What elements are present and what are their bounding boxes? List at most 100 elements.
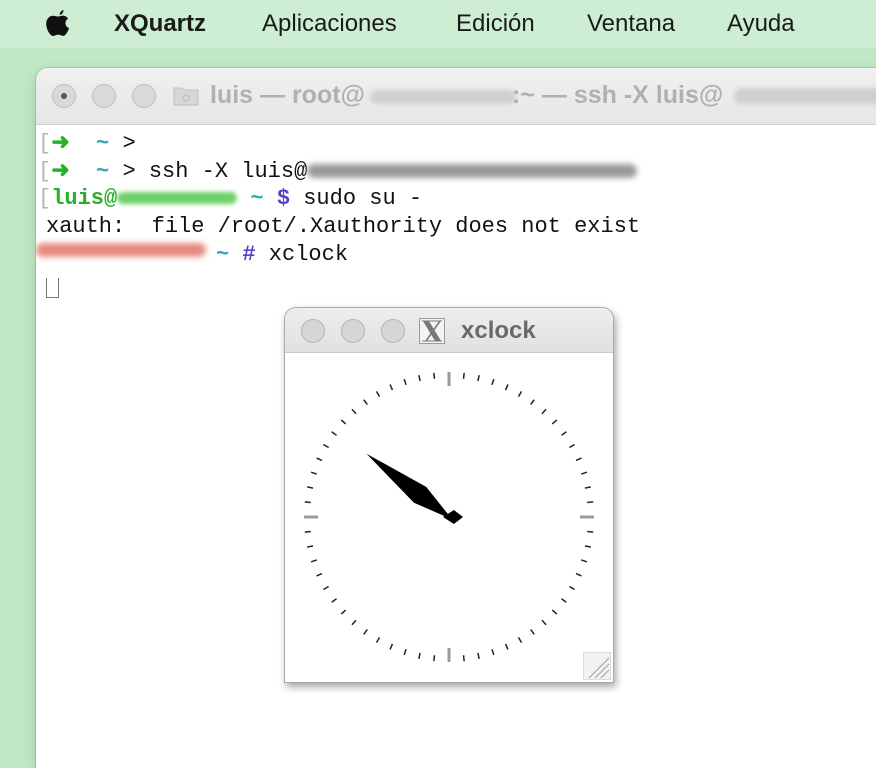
clock-tick <box>307 486 314 489</box>
x11-logo-icon <box>419 318 445 344</box>
prompt-arrow: ➜ <box>51 131 70 156</box>
prompt-symbol: > <box>122 159 149 184</box>
clock-tick <box>587 501 594 504</box>
prompt-tilde: ~ <box>96 159 110 184</box>
clock-tick <box>433 372 436 379</box>
prompt-tilde: ~ <box>216 242 230 267</box>
menu-ventana[interactable]: Ventana <box>587 10 675 38</box>
menu-edicion[interactable]: Edición <box>456 10 535 38</box>
clock-tick <box>462 372 465 379</box>
menu-aplicaciones[interactable]: Aplicaciones <box>262 10 397 38</box>
zoom-button[interactable] <box>381 319 405 343</box>
clock-tick <box>375 637 381 643</box>
redacted-host <box>734 88 876 104</box>
clock-tick <box>491 378 495 386</box>
prompt-user: luis@ <box>51 186 118 211</box>
clock-tick <box>530 399 535 405</box>
redacted-host <box>117 192 238 205</box>
terminal-cursor <box>46 278 59 298</box>
prompt-dollar: $ <box>276 186 291 211</box>
clock-tick <box>462 655 465 662</box>
minimize-button[interactable] <box>92 84 116 108</box>
clock-tick <box>331 598 337 603</box>
zoom-button[interactable] <box>132 84 156 108</box>
clock-tick <box>517 391 523 397</box>
menu-bar: XQuartz Aplicaciones Edición Ventana Ayu… <box>0 0 876 48</box>
prompt-symbol: > <box>122 131 149 156</box>
clock-tick <box>340 609 347 615</box>
clock-tick <box>363 629 368 635</box>
clock-tick <box>307 545 314 548</box>
clock-tick <box>403 648 407 656</box>
xclock-titlebar[interactable]: xclock <box>285 308 613 353</box>
bracket-mark: [ <box>38 186 52 211</box>
ssh-command: ssh -X luis@ <box>148 159 308 184</box>
clock-tick <box>580 559 588 563</box>
clock-tick <box>316 457 323 462</box>
clock-tick <box>584 545 591 548</box>
clock-tick <box>541 408 547 415</box>
xclock-command: xclock <box>255 242 349 267</box>
clock-tick <box>561 598 567 603</box>
terminal-line-2: [➜ ~ > ssh -X luis@ <box>38 158 638 184</box>
clock-tick <box>587 530 594 533</box>
terminal-line-1: [➜ ~ > <box>38 130 149 156</box>
xclock-title: xclock <box>461 317 536 344</box>
close-button[interactable] <box>301 319 325 343</box>
prompt-tilde: ~ <box>96 131 110 156</box>
clock-tick <box>551 609 558 615</box>
hour-hand <box>366 453 453 520</box>
prompt-tilde: ~ <box>250 186 264 211</box>
terminal-line-3: [luis@ ~ $ sudo su - <box>38 186 422 211</box>
clock-tick <box>304 530 311 533</box>
clock-tick <box>541 619 547 626</box>
clock-tick <box>418 652 421 659</box>
terminal-titlebar[interactable]: luis — root@ :~ — ssh -X luis@ <box>36 68 876 125</box>
clock-tick <box>331 431 337 436</box>
clock-tick <box>418 375 421 382</box>
clock-face <box>304 372 594 662</box>
clock-tick <box>504 643 509 650</box>
clock-tick <box>517 637 523 643</box>
clock-tick <box>580 471 588 475</box>
clock-tick <box>310 471 318 475</box>
clock-tick <box>389 384 394 391</box>
clock-tick <box>575 572 582 577</box>
clock-tick <box>433 655 436 662</box>
clock-tick <box>551 419 558 425</box>
folder-icon <box>173 87 199 106</box>
clock-tick <box>310 559 318 563</box>
clock-tick <box>561 431 567 436</box>
apple-logo-icon[interactable] <box>44 8 72 38</box>
clock-tick <box>323 443 329 449</box>
terminal-line-5: ~ # xclock <box>216 242 348 267</box>
menu-app-name[interactable]: XQuartz <box>114 10 206 38</box>
terminal-line-4: xauth: file /root/.Xauthority does not e… <box>46 214 641 239</box>
clock-tick <box>340 419 347 425</box>
prompt-arrow: ➜ <box>51 159 70 184</box>
clock-tick <box>351 619 357 626</box>
clock-tick <box>569 585 575 591</box>
terminal-title-part2: :~ — ssh -X luis@ <box>512 81 724 109</box>
minimize-button[interactable] <box>341 319 365 343</box>
redacted-host <box>36 243 206 257</box>
prompt-hash: # <box>242 242 256 267</box>
clock-tick <box>575 457 582 462</box>
menu-ayuda[interactable]: Ayuda <box>727 10 795 38</box>
bracket-mark: [ <box>38 131 52 156</box>
xclock-window[interactable]: xclock <box>284 307 614 683</box>
terminal-title-part1: luis — root@ <box>210 81 365 109</box>
clock-tick <box>530 629 535 635</box>
close-button[interactable] <box>52 84 76 108</box>
clock-tick <box>569 443 575 449</box>
clock-tick <box>584 486 591 489</box>
resize-grip-icon[interactable] <box>583 652 611 680</box>
clock-tick <box>304 501 311 504</box>
clock-tick <box>403 378 407 386</box>
clock-tick <box>363 399 368 405</box>
clock-tick <box>389 643 394 650</box>
redacted-host <box>370 90 516 104</box>
clock-tick <box>375 391 381 397</box>
bracket-mark: [ <box>38 159 52 184</box>
clock-tick <box>491 648 495 656</box>
